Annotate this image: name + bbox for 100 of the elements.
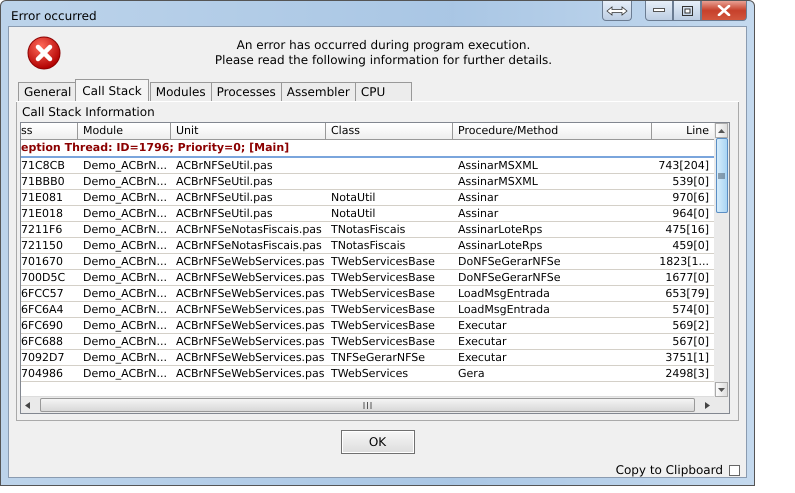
- column-header[interactable]: ss: [21, 123, 78, 140]
- line-cell: 567[0]: [672, 335, 709, 348]
- vertical-scrollbar[interactable]: [714, 123, 729, 413]
- procedure-cell: DoNFSeGerarNFSe: [458, 255, 561, 268]
- minimize-button[interactable]: [645, 1, 673, 21]
- unit-cell: ACBrNFSeUtil.pas: [176, 159, 273, 172]
- close-button[interactable]: [701, 1, 747, 21]
- right-arrow-icon: [705, 402, 710, 408]
- address-cell: 721150: [21, 239, 63, 252]
- close-icon: [717, 5, 731, 16]
- grip-icon: [718, 172, 725, 178]
- column-header[interactable]: Class: [326, 123, 453, 140]
- line-cell: 964[0]: [672, 207, 709, 220]
- tab[interactable]: General: [18, 82, 78, 101]
- line-cell: 574[0]: [672, 303, 709, 316]
- line-cell: 2498[3]: [665, 367, 709, 380]
- address-cell: 6FC690: [21, 319, 64, 332]
- tab[interactable]: Assembler: [280, 82, 356, 101]
- column-header[interactable]: Module: [78, 123, 171, 140]
- left-arrow-icon: [25, 402, 30, 408]
- tab[interactable]: Modules: [150, 82, 212, 101]
- maximize-button[interactable]: [673, 1, 701, 21]
- unit-cell: ACBrNFSeUtil.pas: [176, 191, 273, 204]
- class-cell: TWebServicesBase: [331, 319, 435, 332]
- line-cell: 475[16]: [665, 223, 709, 236]
- class-cell: TWebServicesBase: [331, 287, 435, 300]
- tab[interactable]: CPU: [354, 82, 412, 101]
- maximize-icon: [682, 6, 692, 16]
- procedure-cell: AssinarMSXML: [458, 175, 538, 188]
- module-cell: Demo_ACBrN...: [83, 239, 167, 252]
- line-cell: 569[2]: [672, 319, 709, 332]
- unit-cell: ACBrNFSeWebServices.pas: [176, 335, 325, 348]
- procedure-cell: DoNFSeGerarNFSe: [458, 271, 561, 284]
- class-cell: NotaUtil: [331, 207, 376, 220]
- class-cell: TWebServicesBase: [331, 271, 435, 284]
- line-cell: 459[0]: [672, 239, 709, 252]
- class-cell: TNotasFiscais: [331, 223, 406, 236]
- unit-cell: ACBrNFSeUtil.pas: [176, 207, 273, 220]
- scroll-down-button[interactable]: [715, 382, 728, 397]
- line-cell: 743[204]: [658, 159, 709, 172]
- procedure-cell: LoadMsgEntrada: [458, 303, 550, 316]
- unit-cell: ACBrNFSeWebServices.pas: [176, 271, 325, 284]
- address-cell: 701670: [21, 255, 63, 268]
- procedure-cell: Executar: [458, 335, 506, 348]
- up-arrow-icon: [718, 128, 725, 132]
- address-cell: 6FC688: [21, 335, 64, 348]
- unit-cell: ACBrNFSeWebServices.pas: [176, 351, 325, 364]
- module-cell: Demo_ACBrN...: [83, 191, 167, 204]
- procedure-cell: AssinarLoteRps: [458, 223, 542, 236]
- procedure-cell: Assinar: [458, 191, 498, 204]
- unit-cell: ACBrNFSeWebServices.pas: [176, 319, 325, 332]
- double-arrow-icon: [606, 6, 628, 16]
- address-cell: 71BBB0: [21, 175, 65, 188]
- unit-cell: ACBrNFSeWebServices.pas: [176, 367, 325, 380]
- module-cell: Demo_ACBrN...: [83, 303, 167, 316]
- class-cell: NotaUtil: [331, 191, 376, 204]
- module-cell: Demo_ACBrN...: [83, 255, 167, 268]
- thread-header-row: eption Thread: ID=1796; Priority=0; [Main]: [21, 140, 714, 158]
- column-header[interactable]: Unit: [171, 123, 326, 140]
- error-message: An error has occurred during program execution.: [236, 38, 532, 53]
- column-header[interactable]: Procedure/Method: [453, 123, 652, 140]
- module-cell: Demo_ACBrN...: [83, 175, 167, 188]
- address-cell: 704986: [21, 367, 63, 380]
- unit-cell: ACBrNFSeWebServices.pas: [176, 287, 325, 300]
- class-cell: TNFSeGerarNFSe: [331, 351, 426, 364]
- tab[interactable]: Call Stack: [75, 79, 149, 101]
- scroll-thumb[interactable]: [40, 398, 695, 412]
- class-cell: TWebServices: [331, 367, 408, 380]
- line-cell: 1677[0]: [665, 271, 709, 284]
- module-cell: Demo_ACBrN...: [83, 287, 167, 300]
- address-cell: 71C8CB: [21, 159, 65, 172]
- unit-cell: ACBrNFSeNotasFiscais.pas: [176, 239, 322, 252]
- minimize-icon: [653, 8, 665, 13]
- module-cell: Demo_ACBrN...: [83, 335, 167, 348]
- line-cell: 653[79]: [665, 287, 709, 300]
- procedure-cell: Executar: [458, 351, 506, 364]
- address-cell: 6FCC57: [21, 287, 64, 300]
- scroll-thumb[interactable]: [716, 138, 728, 213]
- line-cell: 970[6]: [672, 191, 709, 204]
- column-header[interactable]: Line: [652, 123, 714, 140]
- resize-button[interactable]: [602, 1, 632, 21]
- error-icon: [27, 36, 61, 70]
- horizontal-scrollbar[interactable]: [21, 396, 714, 413]
- copy-checkbox[interactable]: [729, 464, 740, 476]
- tab[interactable]: Processes: [210, 82, 282, 101]
- address-cell: 7092D7: [21, 351, 64, 364]
- address-cell: 700D5C: [21, 271, 66, 284]
- scroll-up-button[interactable]: [715, 123, 728, 138]
- address-cell: 71E081: [21, 191, 63, 204]
- procedure-cell: AssinarLoteRps: [458, 239, 542, 252]
- module-cell: Demo_ACBrN...: [83, 367, 167, 380]
- unit-cell: ACBrNFSeUtil.pas: [176, 175, 273, 188]
- grip-icon: [363, 402, 372, 408]
- ok-button[interactable]: OK: [340, 430, 414, 454]
- checkbox-label: Copy to Clipboard: [616, 463, 723, 477]
- unit-cell: ACBrNFSeWebServices.pas: [176, 303, 325, 316]
- address-cell: 7211F6: [21, 223, 62, 236]
- address-cell: 71E018: [21, 207, 63, 220]
- unit-cell: ACBrNFSeNotasFiscais.pas: [176, 223, 322, 236]
- module-cell: Demo_ACBrN...: [83, 319, 167, 332]
